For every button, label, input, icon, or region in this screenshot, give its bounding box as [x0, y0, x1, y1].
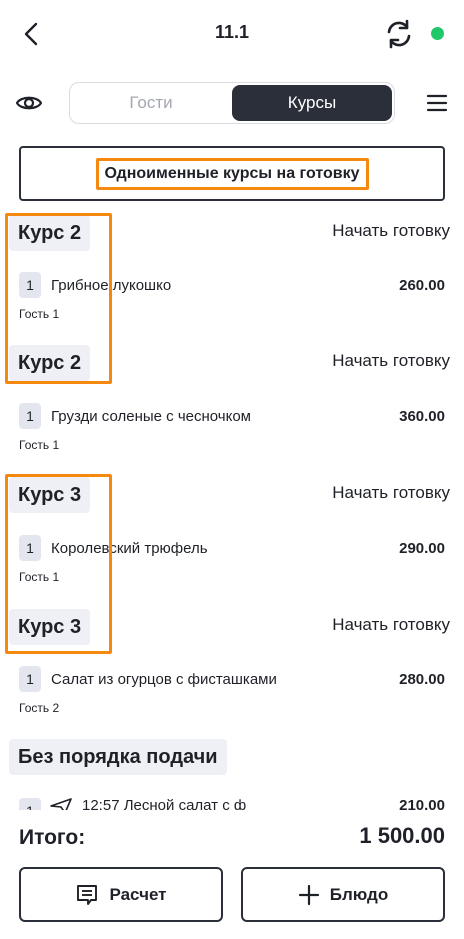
dish-row[interactable]: 1 Салат из огурцов с фисташками 280.00 — [0, 666, 464, 694]
course-header: Курс 2 Начать готовку — [0, 345, 464, 385]
add-dish-button[interactable]: Блюдо — [241, 867, 445, 922]
course-title: Курс 2 — [9, 345, 91, 381]
bill-button-label: Расчет — [109, 884, 167, 904]
eye-icon — [15, 96, 43, 110]
dish-price: 260.00 — [399, 277, 445, 294]
start-cooking-button[interactable]: Начать готовку — [332, 615, 450, 635]
refresh-button[interactable] — [382, 17, 416, 51]
menu-button[interactable] — [422, 90, 450, 116]
course-header: Курс 3 Начать готовку — [0, 609, 464, 649]
online-status-dot — [431, 27, 444, 40]
quantity-badge: 1 — [19, 535, 41, 561]
course-title: Курс 3 — [9, 477, 91, 513]
dish-price: 360.00 — [399, 408, 445, 425]
guest-label: Гость 1 — [19, 438, 60, 452]
dish-price: 290.00 — [399, 540, 445, 557]
bill-button[interactable]: Расчет — [19, 867, 223, 922]
visibility-toggle-button[interactable] — [14, 88, 44, 118]
start-cooking-button[interactable]: Начать готовку — [332, 351, 450, 371]
dish-price: 210.00 — [399, 797, 445, 810]
course-header: Курс 3 Начать готовку — [0, 477, 464, 517]
course-title: Курс 2 — [9, 215, 91, 251]
dish-name: Грузди соленые с чесночком — [51, 408, 251, 425]
tab-courses[interactable]: Курсы — [232, 85, 392, 121]
dish-name: Салат из огурцов с фисташками — [51, 671, 277, 688]
quantity-badge: 1 — [19, 403, 41, 429]
dish-row[interactable]: 1 12:57 Лесной салат с ф 210.00 — [0, 796, 464, 810]
top-bar: 11.1 — [0, 0, 464, 68]
footer: Итого: 1 500.00 Расчет Блюдо — [0, 810, 464, 939]
dish-row[interactable]: 1 Грузди соленые с чесночком 360.00 — [0, 403, 464, 431]
guest-label: Гость 1 — [19, 570, 60, 584]
dish-name: 12:57 Лесной салат с ф — [82, 797, 247, 810]
sent-icon — [50, 798, 72, 810]
start-cooking-button[interactable]: Начать готовку — [332, 483, 450, 503]
back-button[interactable] — [16, 18, 48, 50]
hamburger-menu-icon — [426, 94, 448, 112]
refresh-icon — [387, 19, 411, 49]
table-title: 11.1 — [214, 22, 250, 42]
quantity-badge: 1 — [19, 666, 41, 692]
tab-guests[interactable]: Гости — [72, 85, 230, 121]
quantity-badge: 1 — [19, 272, 41, 298]
dish-price: 280.00 — [399, 671, 445, 688]
receipt-icon — [77, 884, 98, 905]
dish-name: Королевский трюфель — [51, 540, 208, 557]
fire-same-courses-button[interactable]: Одноименные курсы на готовку — [19, 146, 445, 201]
add-dish-button-label: Блюдо — [329, 884, 389, 904]
dish-row[interactable]: 1 Королевский трюфель 290.00 — [0, 535, 464, 563]
no-order-section-title: Без порядка подачи — [9, 739, 227, 775]
dish-row[interactable]: 1 Грибное лукошко 260.00 — [0, 272, 464, 300]
guest-label: Гость 1 — [19, 307, 60, 321]
chevron-left-icon — [24, 22, 38, 46]
course-header: Курс 2 Начать готовку — [0, 215, 464, 255]
fire-same-courses-label: Одноименные курсы на готовку — [95, 157, 369, 190]
plus-icon — [298, 884, 319, 905]
view-switcher: Гости Курсы — [69, 82, 395, 124]
total-value: 1 500.00 — [359, 823, 445, 848]
guest-label: Гость 2 — [19, 701, 60, 715]
quantity-badge: 1 — [19, 798, 41, 810]
total-label: Итого: — [19, 826, 86, 849]
dish-name: Грибное лукошко — [51, 277, 172, 294]
course-title: Курс 3 — [9, 609, 91, 645]
start-cooking-button[interactable]: Начать готовку — [332, 221, 450, 241]
